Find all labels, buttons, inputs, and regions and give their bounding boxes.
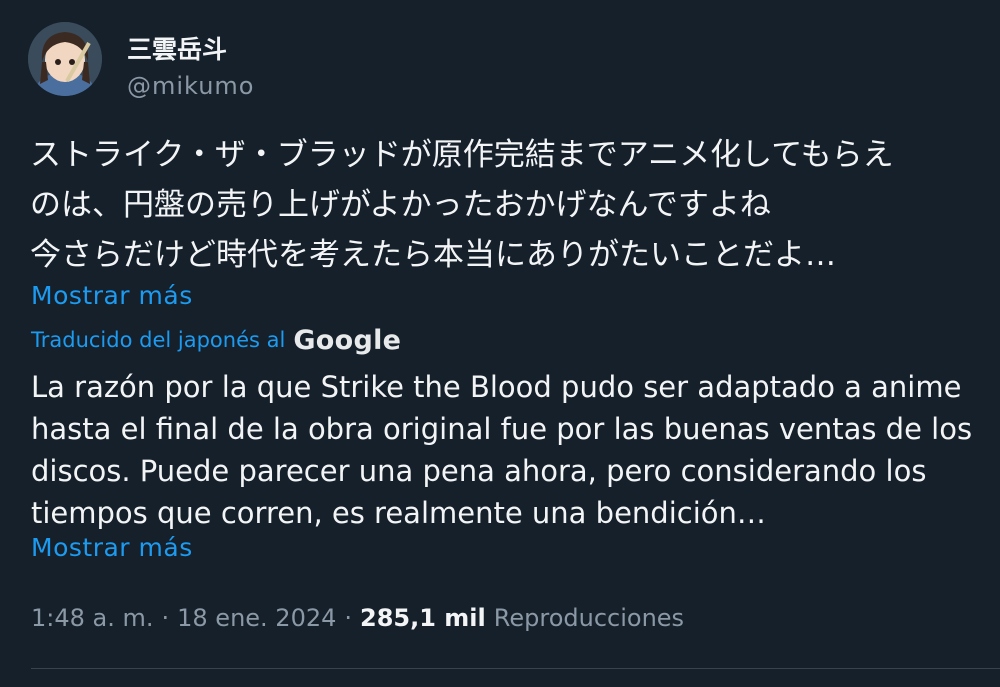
anime-avatar-icon <box>28 22 102 96</box>
tweet-text-line: 今さらだけど時代を考えたら本当にありがたいことだよ… <box>30 237 836 273</box>
tweet-text-line: ストライク・ザ・ブラッドが原作完結までアニメ化してもらえ <box>30 137 894 173</box>
separator-dot: · <box>161 604 170 632</box>
display-name[interactable]: 三雲岳斗 <box>127 30 227 66</box>
tweet-text-line: のは、円盤の売り上げがよかったおかげなんですよね <box>30 187 771 223</box>
tweet-text: ストライク・ザ・ブラッドが原作完結までアニメ化してもらえ のは、円盤の売り上げが… <box>30 130 1000 280</box>
translated-text: La razón por la que Strike the Blood pud… <box>31 366 1000 534</box>
show-more-link[interactable]: Mostrar más <box>31 281 193 310</box>
translated-text-line: hasta el final de la obra original fue p… <box>31 412 973 446</box>
tweet-date[interactable]: 18 ene. 2024 <box>177 604 336 632</box>
user-handle[interactable]: @mikumo <box>127 72 254 100</box>
translation-show-more-link[interactable]: Mostrar más <box>31 533 193 562</box>
google-logo: Google <box>293 324 402 356</box>
translated-from-label[interactable]: Traducido del japonés al <box>31 328 285 352</box>
divider <box>31 668 1000 669</box>
translated-text-line: discos. Puede parecer una pena ahora, pe… <box>31 454 927 488</box>
avatar[interactable] <box>28 22 102 96</box>
translation-attribution: Traducido del japonés al Google <box>31 322 401 358</box>
views-count: 285,1 mil <box>360 604 486 632</box>
tweet-time[interactable]: 1:48 a. m. <box>31 604 154 632</box>
separator-dot: · <box>344 604 353 632</box>
tweet-meta: 1:48 a. m. · 18 ene. 2024 · 285,1 mil Re… <box>31 604 684 632</box>
translated-text-line: La razón por la que Strike the Blood pud… <box>31 370 962 404</box>
translated-text-line: tiempos que corren, es realmente una ben… <box>31 496 766 530</box>
views-label: Reproducciones <box>493 604 685 632</box>
